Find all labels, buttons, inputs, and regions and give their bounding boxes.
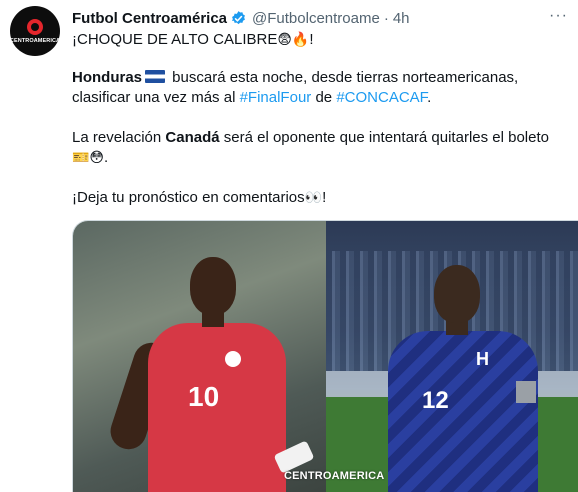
avatar[interactable]: CENTROAMERICA xyxy=(10,6,60,56)
honduras-crest: H xyxy=(476,349,489,369)
tweet-paragraph-4: ¡Deja tu pronóstico en comentarios👀! xyxy=(72,188,326,208)
player-head xyxy=(190,257,236,315)
p4-end: ! xyxy=(322,189,327,206)
honduras-player-photo[interactable]: H 12 xyxy=(326,221,578,492)
tweet-paragraph-3: La revelación Canadá será el oponente qu… xyxy=(72,128,568,168)
honduras-flag-icon xyxy=(145,70,166,83)
honduras-jersey xyxy=(388,331,538,492)
p2-end: . xyxy=(427,89,432,106)
avatar-brand-text: CENTROAMERICA xyxy=(9,37,61,44)
author-name[interactable]: Futbol Centroamérica xyxy=(72,10,227,27)
hashtag-finalfour[interactable]: #FinalFour xyxy=(240,89,312,106)
logo-icon xyxy=(27,18,43,35)
hashtag-concacaf[interactable]: #CONCACAF xyxy=(336,89,427,106)
team-canada: Canadá xyxy=(165,129,220,146)
canada-crest-icon xyxy=(225,351,241,367)
headline-text: ¡CHOQUE DE ALTO CALIBRE xyxy=(72,31,278,48)
tweet-header: Futbol Centroamérica @Futbolcentroame · … xyxy=(72,7,568,29)
more-options-icon[interactable]: ··· xyxy=(549,7,568,25)
eyes-emoji: 👀 xyxy=(304,190,323,206)
honduras-player: H 12 xyxy=(376,261,551,492)
tweet-media[interactable]: 10 H 12 CENTROAMERICA xyxy=(72,220,578,492)
canada-player: 10 xyxy=(105,251,315,492)
p3-end: . xyxy=(104,149,109,166)
canada-jersey-number: 10 xyxy=(188,381,220,412)
author-handle[interactable]: @Futbolcentroame xyxy=(252,10,380,27)
separator-dot: · xyxy=(383,9,389,27)
headline-end: ! xyxy=(309,31,314,48)
player-head xyxy=(434,265,480,323)
tweet-line-1: ¡CHOQUE DE ALTO CALIBRE😨🔥! xyxy=(72,30,314,50)
p4-text: ¡Deja tu pronóstico en comentarios xyxy=(72,189,305,206)
team-honduras: Honduras xyxy=(72,69,143,86)
timestamp[interactable]: 4h xyxy=(393,10,410,27)
honduras-jersey-number: 12 xyxy=(422,387,449,414)
canada-player-photo[interactable]: 10 xyxy=(73,221,326,492)
headline-emojis: 😨🔥 xyxy=(277,32,310,48)
captain-armband xyxy=(516,381,536,403)
p3-text-b: será el oponente que intentará quitarles… xyxy=(219,129,549,146)
verified-badge-icon xyxy=(232,10,245,24)
ticket-flushed-emojis: 🎫😳 xyxy=(72,150,105,166)
p2-text-b: de xyxy=(311,89,337,106)
p3-text-a: La revelación xyxy=(72,129,166,146)
media-watermark: CENTROAMERICA xyxy=(284,470,385,482)
tweet-paragraph-2: Honduras buscará esta noche, desde tierr… xyxy=(72,68,562,108)
